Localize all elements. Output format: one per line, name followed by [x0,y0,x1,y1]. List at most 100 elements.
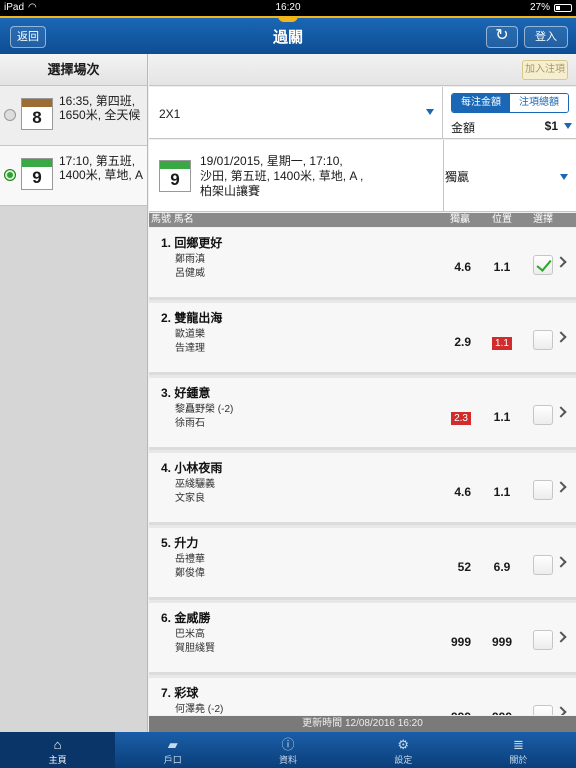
refresh-icon: ↻ [495,27,509,44]
tab-label: 戶口 [163,755,182,765]
select-checkbox[interactable] [533,255,553,275]
amount-label: 金額 [451,121,476,135]
horse-name: 2. 雙龍出海 [161,311,223,325]
home-icon: ⌂ [53,737,62,752]
dropdown-arrow-icon [560,174,568,180]
race-number: 8 [32,108,42,127]
place-odds: 999 [491,635,513,649]
chevron-right-icon[interactable] [555,331,567,343]
tab-label: 資料 [279,755,298,765]
chevron-right-icon[interactable] [555,481,567,493]
document-icon: ≣ [512,737,524,752]
pool-type-value: 2X1 [159,107,181,121]
place-odds-highlight: 1.1 [487,335,517,350]
jockey-name: 何澤堯 (-2) [175,704,224,715]
horse-name: 3. 好鍾意 [161,386,211,400]
update-time-bar: 更新時間 12/08/2016 16:20 [149,716,576,732]
chevron-right-icon[interactable] [555,256,567,268]
info-icon: ⓘ [281,737,295,752]
race-radio-selected[interactable] [4,169,16,181]
login-button[interactable]: 登入 [524,26,568,48]
gear-icon: ⚙ [397,737,410,752]
race-number: 9 [32,168,42,187]
race-item-8[interactable]: 8 16:35, 第四班, 1650米, 全天候 [0,86,147,146]
divider [443,140,444,212]
race-desc: 17:10, 第五班, 1400米, 草地, A [59,154,144,182]
runner-row[interactable]: 4. 小林夜雨 巫綫驪義 文家良 4.6 1.1 [149,453,576,525]
select-checkbox[interactable] [533,480,553,500]
tab-about[interactable]: ≣ 關於 [461,732,576,768]
chevron-right-icon[interactable] [555,706,567,715]
race-selection-panel: 選擇場次 8 16:35, 第四班, 1650米, 全天候 9 17:10, 第… [0,54,148,732]
calendar-icon: 9 [159,160,191,192]
chevron-right-icon[interactable] [555,556,567,568]
runner-row[interactable]: 2. 雙龍出海 歐道樂 告達理 2.9 1.1 [149,303,576,375]
tab-label: 設定 [394,755,413,765]
col-win: 獨贏 [450,214,470,225]
horse-name: 6. 金威勝 [161,611,211,625]
nav-bar: 返回 過關 ↻ 登入 [0,16,576,54]
amount-value: $1 [544,119,558,133]
horse-name: 7. 彩球 [161,686,199,700]
select-checkbox[interactable] [533,330,553,350]
runner-table-header: 馬號 馬名 獨贏 位置 選擇 [149,213,576,227]
trainer-name: 鄭俊偉 [175,568,205,579]
col-select: 選擇 [533,214,553,225]
tab-info[interactable]: ⓘ 資料 [230,732,345,768]
col-no-name: 馬號 馬名 [151,214,194,225]
win-odds: 4.6 [454,260,471,274]
seg-per-bet[interactable]: 每注金額 [452,94,510,112]
place-odds: 1.1 [493,410,511,424]
win-odds: 999 [450,635,471,649]
jockey-name: 黎矗野榮 (-2) [175,404,234,415]
seg-total[interactable]: 注項總額 [510,94,568,112]
win-odds: 52 [457,560,471,574]
pull-down-tab[interactable] [278,16,298,22]
race-desc: 16:35, 第四班, 1650米, 全天候 [59,94,141,122]
select-checkbox[interactable] [533,705,553,715]
race-radio[interactable] [4,109,16,121]
runner-row[interactable]: 7. 彩球 何澤堯 (-2) 999 999 [149,678,576,715]
amount-mode-toggle[interactable]: 每注金額 注項總額 [451,93,569,113]
race-details-line: 19/01/2015, 星期一, 17:10, [200,154,343,168]
dropdown-arrow-icon [426,109,434,115]
jockey-name: 歐道樂 [175,329,205,340]
refresh-button[interactable]: ↻ [486,26,518,48]
select-checkbox[interactable] [533,630,553,650]
race-info-row: 9 19/01/2015, 星期一, 17:10, 沙田, 第五班, 1400米… [149,140,576,212]
tab-label: 主頁 [48,755,67,765]
clock: 16:20 [275,2,301,13]
race-item-9[interactable]: 9 17:10, 第五班, 1400米, 草地, A [0,146,147,206]
trainer-name: 呂健威 [175,268,205,279]
select-checkbox[interactable] [533,555,553,575]
select-checkbox[interactable] [533,405,553,425]
runner-list[interactable]: 1. 回鄉更好 鄭雨滇 呂健威 4.6 1.1 2. 雙龍出海 歐道樂 告達理 … [149,228,576,715]
tab-home[interactable]: ⌂ 主頁 [0,732,116,768]
tab-account[interactable]: ▰ 戶口 [115,732,230,768]
runner-row[interactable]: 6. 金威勝 巴米高 賀胆綫賢 999 999 [149,603,576,675]
win-odds: 2.9 [454,335,471,349]
bottom-tab-bar: ⌂ 主頁 ▰ 戶口 ⓘ 資料 ⚙ 設定 ≣ 關於 [0,732,576,768]
chevron-right-icon[interactable] [555,406,567,418]
add-bet-button[interactable]: 加入注項 [522,60,568,80]
win-odds-highlight: 2.3 [431,410,471,425]
battery-percent: 27% [529,2,550,13]
status-bar: iPad ◠ 16:20 27% [0,0,576,16]
bet-type-value: 獨贏 [445,170,470,184]
runner-row[interactable]: 3. 好鍾意 黎矗野榮 (-2) 徐雨石 2.3 1.1 [149,378,576,450]
trainer-name: 文家良 [175,493,205,504]
jockey-name: 岳禮華 [175,554,205,565]
pool-type-select[interactable]: 2X1 [149,87,443,139]
dropdown-arrow-icon [564,123,572,129]
trainer-name: 賀胆綫賢 [175,643,215,654]
chevron-right-icon[interactable] [555,631,567,643]
runner-row[interactable]: 5. 升力 岳禮華 鄭俊偉 52 6.9 [149,528,576,600]
jockey-name: 鄭雨滇 [175,254,205,265]
tab-settings[interactable]: ⚙ 設定 [346,732,461,768]
calendar-icon: 8 [21,98,53,130]
folder-icon: ▰ [167,737,178,752]
trainer-name: 徐雨石 [175,418,205,429]
action-strip: 加入注項 [149,54,576,86]
race-number: 9 [170,170,180,189]
runner-row[interactable]: 1. 回鄉更好 鄭雨滇 呂健威 4.6 1.1 [149,228,576,300]
